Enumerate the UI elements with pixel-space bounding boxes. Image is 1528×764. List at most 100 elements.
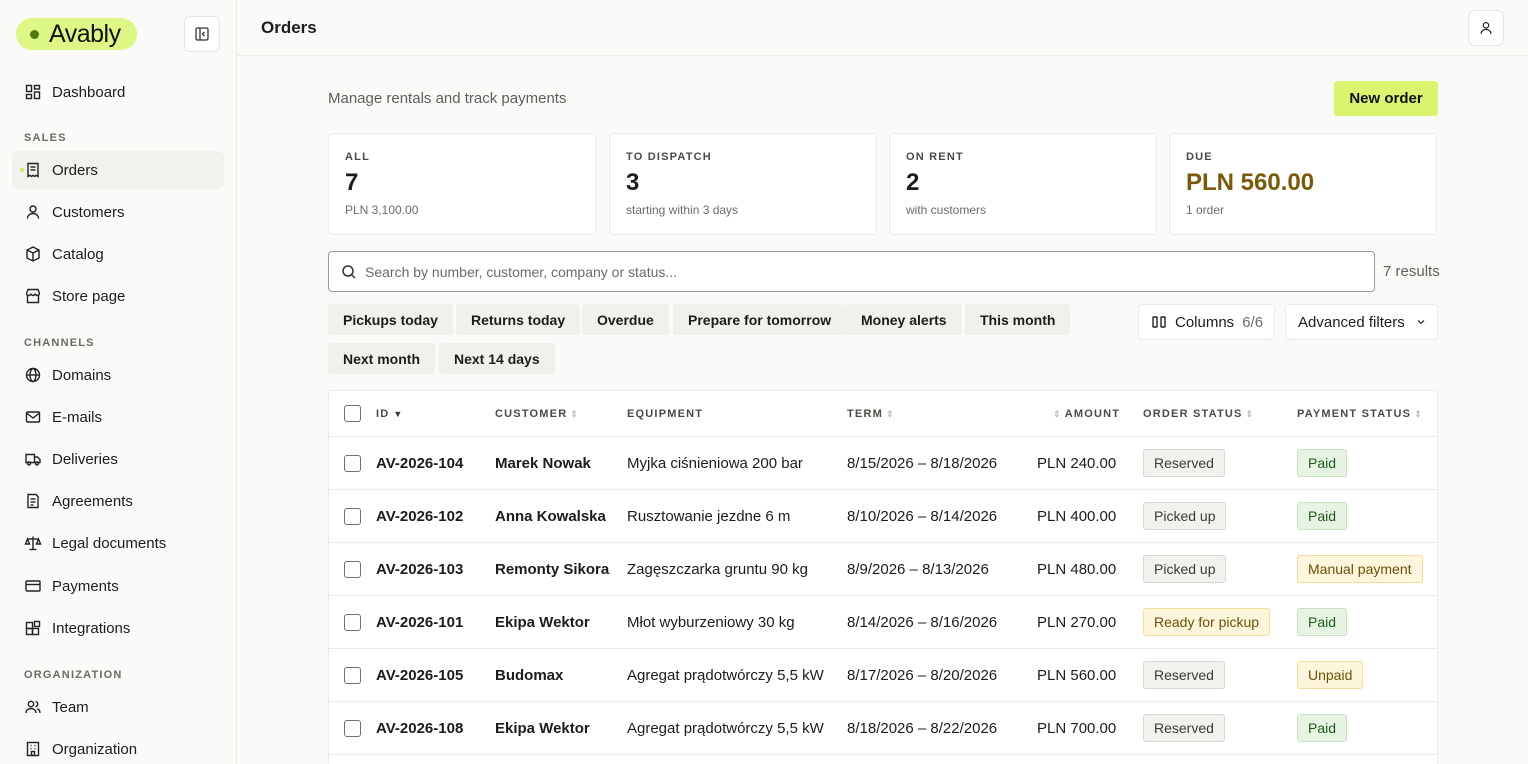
user-icon bbox=[26, 205, 40, 219]
row-checkbox[interactable] bbox=[344, 561, 361, 578]
column-header-payment-status[interactable]: PAYMENT STATUS ⇕ bbox=[1297, 408, 1423, 420]
order-amount: PLN 480.00 bbox=[1037, 561, 1117, 578]
sidebar-item-integrations[interactable]: Integrations bbox=[12, 609, 224, 647]
stat-card-on-rent[interactable]: ON RENT 2 with customers bbox=[889, 133, 1157, 235]
stat-value: PLN 560.00 bbox=[1186, 169, 1315, 196]
sidebar-item-orders[interactable]: Orders bbox=[12, 151, 224, 189]
sidebar-item-legal-documents[interactable]: Legal documents bbox=[12, 524, 224, 562]
payment-status-badge: Paid bbox=[1297, 449, 1348, 477]
columns-icon bbox=[1152, 316, 1166, 328]
order-amount: PLN 270.00 bbox=[1037, 614, 1117, 631]
stat-subtext: 1 order bbox=[1186, 203, 1225, 217]
equipment-name: Agregat prądotwórczy 5,5 kW bbox=[627, 667, 824, 684]
order-id[interactable]: AV-2026-108 bbox=[376, 720, 463, 737]
table-row[interactable]: AV-2026-104 Marek Nowak Myjka ciśnieniow… bbox=[329, 437, 1437, 490]
globe-icon bbox=[25, 367, 41, 383]
filter-chip-overdue[interactable]: Overdue bbox=[582, 304, 669, 335]
table-row[interactable]: AV-2026-101 Ekipa Wektor Młot wyburzenio… bbox=[329, 596, 1437, 649]
filter-chip-next-14-days[interactable]: Next 14 days bbox=[439, 343, 555, 374]
sidebar-toggle-button[interactable] bbox=[184, 16, 220, 52]
sidebar-item-organization[interactable]: Organization bbox=[12, 730, 224, 764]
order-amount: PLN 700.00 bbox=[1037, 720, 1117, 737]
sidebar-item-payments[interactable]: Payments bbox=[12, 567, 224, 605]
stat-subtext: PLN 3,100.00 bbox=[345, 203, 419, 217]
table-row[interactable]: AV-2026-103 Remonty Sikora Zagęszczarka … bbox=[329, 543, 1437, 596]
sidebar-item-customers[interactable]: Customers bbox=[12, 193, 224, 231]
select-all-checkbox[interactable] bbox=[344, 405, 361, 422]
contract-icon bbox=[27, 493, 39, 509]
order-status-badge: Ready for pickup bbox=[1143, 608, 1271, 636]
filter-chip-this-month[interactable]: This month bbox=[965, 304, 1071, 335]
stat-card-all[interactable]: ALL 7 PLN 3,100.00 bbox=[328, 133, 596, 235]
sidebar-item-store-page[interactable]: Store page bbox=[12, 277, 224, 315]
filter-chip-returns-today[interactable]: Returns today bbox=[456, 304, 581, 335]
app-logo[interactable]: Avably bbox=[16, 18, 137, 50]
order-id[interactable]: AV-2026-102 bbox=[376, 508, 463, 525]
advanced-filters-button[interactable]: Advanced filters bbox=[1285, 304, 1438, 340]
row-checkbox[interactable] bbox=[344, 720, 361, 737]
search-box bbox=[328, 251, 1375, 292]
filter-chip-money-alerts[interactable]: Money alerts bbox=[846, 304, 962, 335]
column-header-term[interactable]: TERM ⇕ bbox=[847, 408, 895, 420]
sidebar-item-label: Deliveries bbox=[52, 450, 118, 468]
customer-name: Ekipa Wektor bbox=[495, 614, 590, 631]
order-id[interactable]: AV-2026-103 bbox=[376, 561, 463, 578]
page-subtitle: Manage rentals and track payments bbox=[328, 90, 567, 107]
order-id[interactable]: AV-2026-105 bbox=[376, 667, 463, 684]
sidebar-item-catalog[interactable]: Catalog bbox=[12, 235, 224, 273]
stat-value: 3 bbox=[626, 169, 640, 196]
order-amount: PLN 240.00 bbox=[1037, 455, 1117, 472]
column-header-amount[interactable]: ⇕ AMOUNT bbox=[1050, 408, 1120, 420]
stat-label: TO DISPATCH bbox=[626, 151, 712, 163]
sidebar-item-label: Integrations bbox=[52, 619, 131, 637]
store-icon bbox=[25, 288, 41, 304]
advanced-filters-label: Advanced filters bbox=[1298, 313, 1405, 331]
sort-icon: ⇕ bbox=[885, 409, 895, 419]
filter-chip-prepare-for-tomorrow[interactable]: Prepare for tomorrow bbox=[673, 304, 847, 335]
order-id[interactable]: AV-2026-104 bbox=[376, 455, 463, 472]
column-header-order-status[interactable]: ORDER STATUS ⇕ bbox=[1143, 408, 1254, 420]
equipment-name: Młot wyburzeniowy 30 kg bbox=[627, 614, 795, 631]
results-count: 7 results bbox=[1383, 263, 1440, 280]
customer-name: Ekipa Wektor bbox=[495, 720, 590, 737]
sidebar-item-emails[interactable]: E-mails bbox=[12, 398, 224, 436]
filter-chip-next-month[interactable]: Next month bbox=[328, 343, 435, 374]
sidebar-item-dashboard[interactable]: Dashboard bbox=[12, 73, 224, 111]
truck-icon bbox=[25, 453, 41, 466]
sidebar-item-domains[interactable]: Domains bbox=[12, 356, 224, 394]
equipment-name: Myjka ciśnieniowa 200 bar bbox=[627, 455, 803, 472]
customer-name: Remonty Sikora bbox=[495, 561, 610, 578]
table-row[interactable]: AV-2026-105 Budomax Agregat prądotwórczy… bbox=[329, 649, 1437, 702]
sidebar-item-label: Catalog bbox=[52, 245, 104, 263]
rental-term: 8/10/2026 – 8/14/2026 bbox=[847, 508, 998, 525]
new-order-button[interactable]: New order bbox=[1334, 81, 1438, 116]
columns-button[interactable]: Columns 6/6 bbox=[1138, 304, 1275, 340]
column-header-id[interactable]: ID ▼ bbox=[376, 408, 404, 420]
sidebar-item-agreements[interactable]: Agreements bbox=[12, 482, 224, 520]
rental-term: 8/9/2026 – 8/13/2026 bbox=[847, 561, 989, 578]
sidebar-item-team[interactable]: Team bbox=[12, 688, 224, 726]
column-header-label: ID bbox=[376, 408, 390, 420]
order-id[interactable]: AV-2026-101 bbox=[376, 614, 463, 631]
equipment-name: Zagęszczarka gruntu 90 kg bbox=[627, 561, 808, 578]
sidebar-item-label: Dashboard bbox=[52, 83, 126, 101]
row-checkbox[interactable] bbox=[344, 455, 361, 472]
account-button[interactable] bbox=[1468, 10, 1504, 46]
rental-term: 8/17/2026 – 8/20/2026 bbox=[847, 667, 998, 684]
table-row[interactable]: AV-2026-102 Anna Kowalska Rusztowanie je… bbox=[329, 490, 1437, 543]
search-input[interactable] bbox=[365, 263, 1315, 280]
stat-card-to-dispatch[interactable]: TO DISPATCH 3 starting within 3 days bbox=[609, 133, 877, 235]
sidebar-item-deliveries[interactable]: Deliveries bbox=[12, 440, 224, 478]
order-status-badge: Reserved bbox=[1143, 714, 1225, 742]
filter-chip-pickups-today[interactable]: Pickups today bbox=[328, 304, 453, 335]
row-checkbox[interactable] bbox=[344, 667, 361, 684]
rental-term: 8/14/2026 – 8/16/2026 bbox=[847, 614, 998, 631]
row-checkbox[interactable] bbox=[344, 508, 361, 525]
stat-card-due[interactable]: DUE PLN 560.00 1 order bbox=[1169, 133, 1437, 235]
column-header-label: PAYMENT STATUS bbox=[1297, 408, 1412, 420]
table-row[interactable]: AV-2026-108 Ekipa Wektor Agregat prądotw… bbox=[329, 702, 1437, 755]
payment-status-badge: Unpaid bbox=[1297, 661, 1364, 689]
row-checkbox[interactable] bbox=[344, 614, 361, 631]
column-header-customer[interactable]: CUSTOMER ⇕ bbox=[495, 408, 579, 420]
order-status-badge: Reserved bbox=[1143, 449, 1225, 477]
